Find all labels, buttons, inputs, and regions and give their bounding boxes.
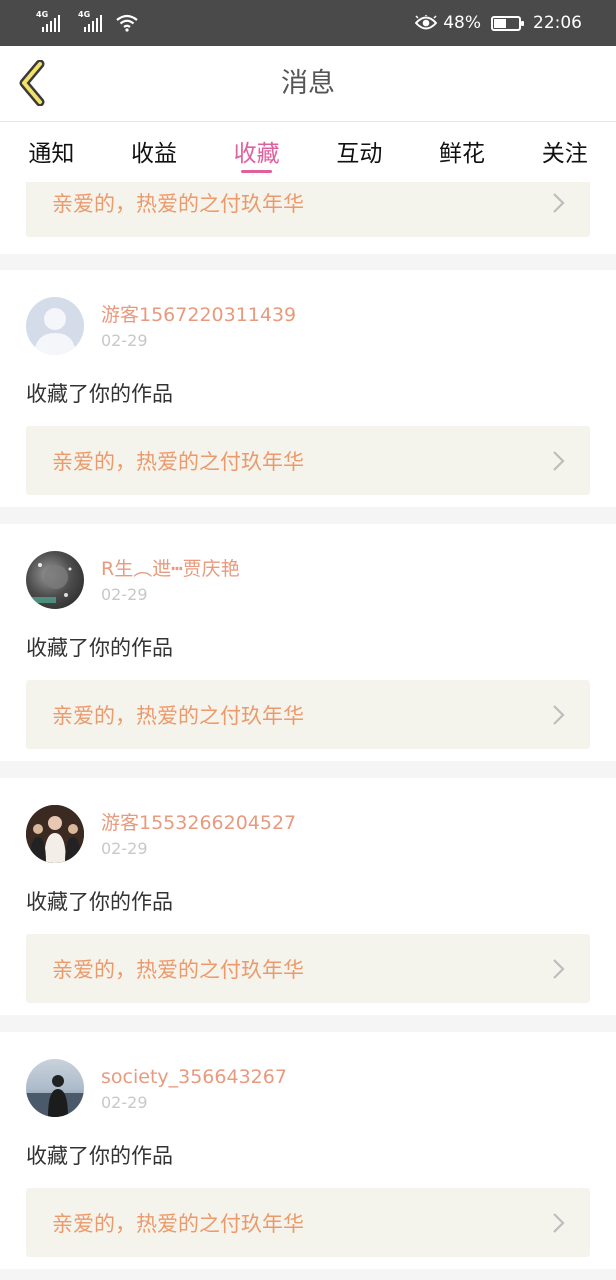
tab-flowers[interactable]: 鲜花 <box>411 122 514 182</box>
chevron-right-icon <box>553 192 565 213</box>
tab-earnings[interactable]: 收益 <box>103 122 206 182</box>
chevron-right-icon <box>553 1212 565 1233</box>
page-title: 消息 <box>281 68 335 99</box>
list-item: 亲爱的，热爱的之付玖年华 <box>0 182 616 254</box>
cellular-signal-icon: 4G <box>78 10 104 32</box>
chevron-right-icon <box>553 958 565 979</box>
avatar[interactable] <box>26 805 84 863</box>
work-link[interactable]: 亲爱的，热爱的之付玖年华 <box>26 1188 590 1257</box>
tab-favorites[interactable]: 收藏 <box>205 122 308 182</box>
username[interactable]: 游客1567220311439 <box>101 303 296 327</box>
eye-comfort-icon <box>415 15 438 30</box>
work-title: 亲爱的，热爱的之付玖年华 <box>52 703 304 728</box>
default-avatar-icon <box>34 308 76 355</box>
chevron-right-icon <box>553 450 565 471</box>
work-title: 亲爱的，热爱的之付玖年华 <box>52 449 304 474</box>
signal-indicators: 4G 4G <box>34 10 138 32</box>
work-title: 亲爱的，热爱的之付玖年华 <box>52 191 304 216</box>
avatar-photo-icon <box>26 1075 84 1117</box>
user-row[interactable]: R生︵迣┅贾庆艳 02-29 <box>26 550 590 610</box>
message-list[interactable]: 亲爱的，热爱的之付玖年华 游客1567220311439 02-29 收藏了你的… <box>0 182 616 1280</box>
work-link[interactable]: 亲爱的，热爱的之付玖年华 <box>26 426 590 495</box>
timestamp: 02-29 <box>101 1092 148 1112</box>
timestamp: 02-29 <box>101 584 148 604</box>
avatar[interactable] <box>26 551 84 609</box>
avatar-photo-icon <box>26 805 84 863</box>
username[interactable]: R生︵迣┅贾庆艳 <box>101 557 240 581</box>
list-item: 游客1553266204527 02-29 收藏了你的作品 亲爱的，热爱的之付玖… <box>0 778 616 1015</box>
clock: 22:06 <box>533 13 582 33</box>
user-row[interactable]: 游客1553266204527 02-29 <box>26 804 590 864</box>
list-item: R生︵迣┅贾庆艳 02-29 收藏了你的作品 亲爱的，热爱的之付玖年华 <box>0 524 616 761</box>
navigation-header: 消息 <box>0 46 616 122</box>
action-text: 收藏了你的作品 <box>26 636 173 660</box>
work-link[interactable]: 亲爱的，热爱的之付玖年华 <box>26 680 590 749</box>
tab-interactions[interactable]: 互动 <box>308 122 411 182</box>
tab-following[interactable]: 关注 <box>513 122 616 182</box>
timestamp: 02-29 <box>101 838 148 858</box>
user-row[interactable]: society_356643267 02-29 <box>26 1058 590 1118</box>
cellular-signal-icon: 4G <box>36 10 62 32</box>
action-text: 收藏了你的作品 <box>26 382 173 406</box>
work-link[interactable]: 亲爱的，热爱的之付玖年华 <box>26 182 590 237</box>
avatar[interactable] <box>26 297 84 355</box>
tab-bar: 通知 收益 收藏 互动 鲜花 关注 <box>0 122 616 182</box>
list-item: society_356643267 02-29 收藏了你的作品 亲爱的，热爱的之… <box>0 1032 616 1269</box>
action-text: 收藏了你的作品 <box>26 890 173 914</box>
status-bar: 4G 4G 48% 22:06 <box>0 0 616 46</box>
avatar[interactable] <box>26 1059 84 1117</box>
username[interactable]: society_356643267 <box>101 1065 287 1089</box>
work-link[interactable]: 亲爱的，热爱的之付玖年华 <box>26 934 590 1003</box>
user-row[interactable]: 游客1567220311439 02-29 <box>26 296 590 356</box>
work-title: 亲爱的，热爱的之付玖年华 <box>52 1211 304 1236</box>
battery-icon <box>491 15 524 31</box>
username[interactable]: 游客1553266204527 <box>101 811 296 835</box>
work-title: 亲爱的，热爱的之付玖年华 <box>52 957 304 982</box>
status-right: 48% 22:06 <box>415 13 582 33</box>
wifi-icon <box>116 14 138 32</box>
chevron-right-icon <box>553 704 565 725</box>
action-text: 收藏了你的作品 <box>26 1144 173 1168</box>
list-item: 游客1567220311439 02-29 收藏了你的作品 亲爱的，热爱的之付玖… <box>0 270 616 507</box>
timestamp: 02-29 <box>101 330 148 350</box>
tab-notifications[interactable]: 通知 <box>0 122 103 182</box>
avatar-photo-icon <box>32 563 72 603</box>
battery-percent: 48% <box>443 13 481 33</box>
